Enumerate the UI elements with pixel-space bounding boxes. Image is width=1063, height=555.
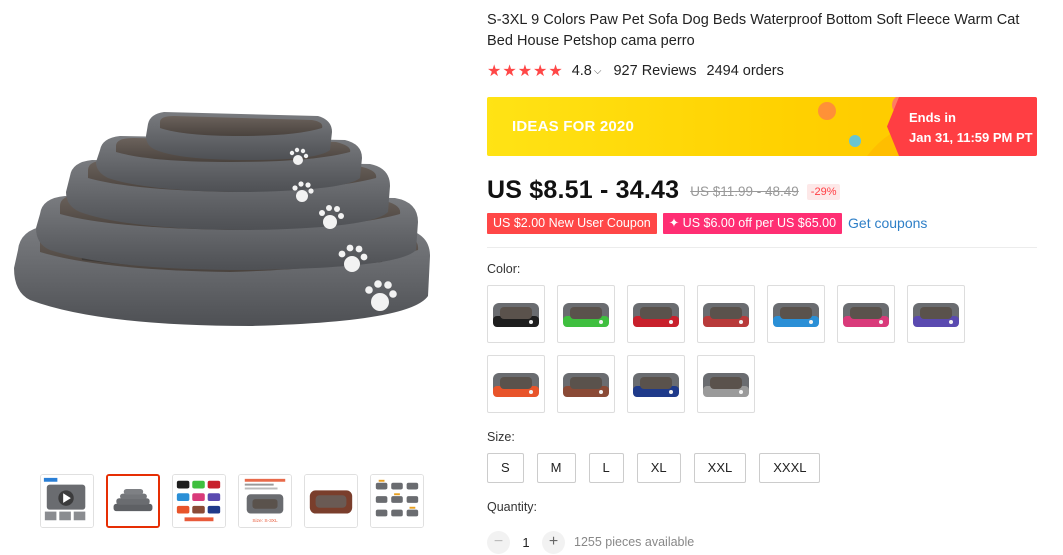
dog-bed-pink-swatch-image [843, 303, 889, 327]
thumbnail-video[interactable] [40, 474, 94, 528]
product-title: S-3XL 9 Colors Paw Pet Sofa Dog Beds Wat… [487, 12, 1020, 49]
color-option-purple[interactable] [907, 285, 965, 343]
promo-banner[interactable]: IDEAS FOR 2020 Ends in Jan 31, 11:59 PM … [487, 97, 1037, 156]
divider [487, 247, 1037, 248]
star-icon: ★ [533, 63, 548, 80]
thumbnail-size-guide[interactable] [370, 474, 424, 528]
thumbnail-stacked-beds[interactable] [106, 474, 160, 528]
size-option-l[interactable]: L [588, 453, 624, 483]
quantity-increase-button[interactable]: + [542, 530, 565, 554]
chevron-down-icon[interactable]: ⌵ [594, 66, 602, 77]
color-option-green[interactable] [557, 285, 615, 343]
dog-bed-purple-swatch-image [913, 303, 959, 327]
dog-bed-green-swatch-image [563, 303, 609, 327]
size-option-xxxl[interactable]: XXXL [759, 453, 821, 483]
price-row: US $8.51 - 34.43 US $11.99 - 48.49 -29% [487, 174, 1047, 206]
quantity-decrease-button[interactable]: − [487, 530, 510, 554]
quantity-label: Quantity: [487, 500, 538, 514]
color-option-black[interactable] [487, 285, 545, 343]
rating-stars[interactable]: ★ ★ ★ ★ ★ [487, 61, 563, 81]
rating-score[interactable]: 4.8 [572, 63, 592, 79]
store-coupon[interactable]: ✦ US $6.00 off per US $65.00 [662, 212, 843, 234]
dog-bed-black-swatch-image [493, 303, 539, 327]
main-product-image[interactable] [0, 0, 470, 460]
color-option-blue[interactable] [767, 285, 825, 343]
video-thumbnail-image [41, 475, 93, 527]
coupon-row: US $2.00 New User Coupon ✦ US $6.00 off … [487, 212, 1047, 234]
reviews-count-link[interactable]: 927 Reviews [613, 63, 696, 79]
new-user-coupon[interactable]: US $2.00 New User Coupon [487, 212, 657, 234]
star-icon: ★ [502, 63, 517, 80]
size-option-xl[interactable]: XL [636, 453, 681, 483]
color-option-gray-red[interactable] [697, 285, 755, 343]
brown-bed-thumbnail-image [305, 475, 357, 527]
color-options [487, 285, 977, 413]
color-option-light-gray[interactable] [697, 355, 755, 413]
thumbnail-color-grid[interactable] [172, 474, 226, 528]
product-info-panel: S-3XL 9 Colors Paw Pet Sofa Dog Beds Wat… [487, 0, 1047, 554]
dog-bed-gray-red-swatch-image [703, 303, 749, 327]
star-icon: ★ [487, 63, 502, 80]
size-chart-thumbnail-image: Size: S-3XL [239, 475, 291, 527]
dog-bed-brown-swatch-image [563, 373, 609, 397]
color-option-pink[interactable] [837, 285, 895, 343]
promo-ends-label: Ends in [909, 110, 956, 125]
size-options: S M L XL XXL XXXL [487, 453, 1047, 483]
orders-count: 2494 orders [706, 63, 784, 79]
quantity-stepper: − 1 + 1255 pieces available [487, 530, 1047, 554]
thumbnail-brown-bed[interactable] [304, 474, 358, 528]
star-icon: ★ [517, 63, 533, 80]
dog-bed-light-gray-swatch-image [703, 373, 749, 397]
dog-bed-red-swatch-image [633, 303, 679, 327]
promo-ends-date: Jan 31, 11:59 PM PT [909, 130, 1033, 145]
dog-bed-blue-swatch-image [773, 303, 819, 327]
rating-row: ★ ★ ★ ★ ★ 4.8 ⌵ 927 Reviews 2494 orders [487, 60, 1047, 82]
dog-bed-navy-swatch-image [633, 373, 679, 397]
promo-countdown: Ends in Jan 31, 11:59 PM PT [887, 97, 1037, 156]
color-option-orange[interactable] [487, 355, 545, 413]
size-guide-thumbnail-image [371, 475, 423, 527]
size-option-xxl[interactable]: XXL [693, 453, 747, 483]
color-grid-thumbnail-image [173, 475, 225, 527]
color-label: Color: [487, 262, 521, 276]
stacked-beds-thumbnail-image [108, 476, 158, 526]
size-option-m[interactable]: M [536, 453, 576, 483]
thumbnail-size-chart[interactable]: Size: S-3XL [238, 474, 292, 528]
color-option-navy[interactable] [627, 355, 685, 413]
color-option-red[interactable] [627, 285, 685, 343]
quantity-value[interactable]: 1 [510, 535, 542, 550]
discount-badge: -29% [806, 183, 841, 200]
original-price: US $11.99 - 48.49 [690, 184, 799, 199]
thumbnail-strip: Size: S-3XL [40, 474, 424, 528]
size-label: Size: [487, 430, 515, 444]
dog-bed-orange-swatch-image [493, 373, 539, 397]
star-icon: ★ [548, 63, 563, 80]
get-coupons-link[interactable]: Get coupons [848, 215, 927, 231]
promo-title: IDEAS FOR 2020 [512, 118, 635, 135]
stacked-dog-beds-image [14, 112, 430, 326]
current-price: US $8.51 - 34.43 [487, 175, 680, 204]
color-option-brown[interactable] [557, 355, 615, 413]
pieces-available: 1255 pieces available [574, 535, 695, 549]
size-option-s[interactable]: S [487, 453, 524, 483]
svg-text:Size: S-3XL: Size: S-3XL [252, 518, 278, 524]
